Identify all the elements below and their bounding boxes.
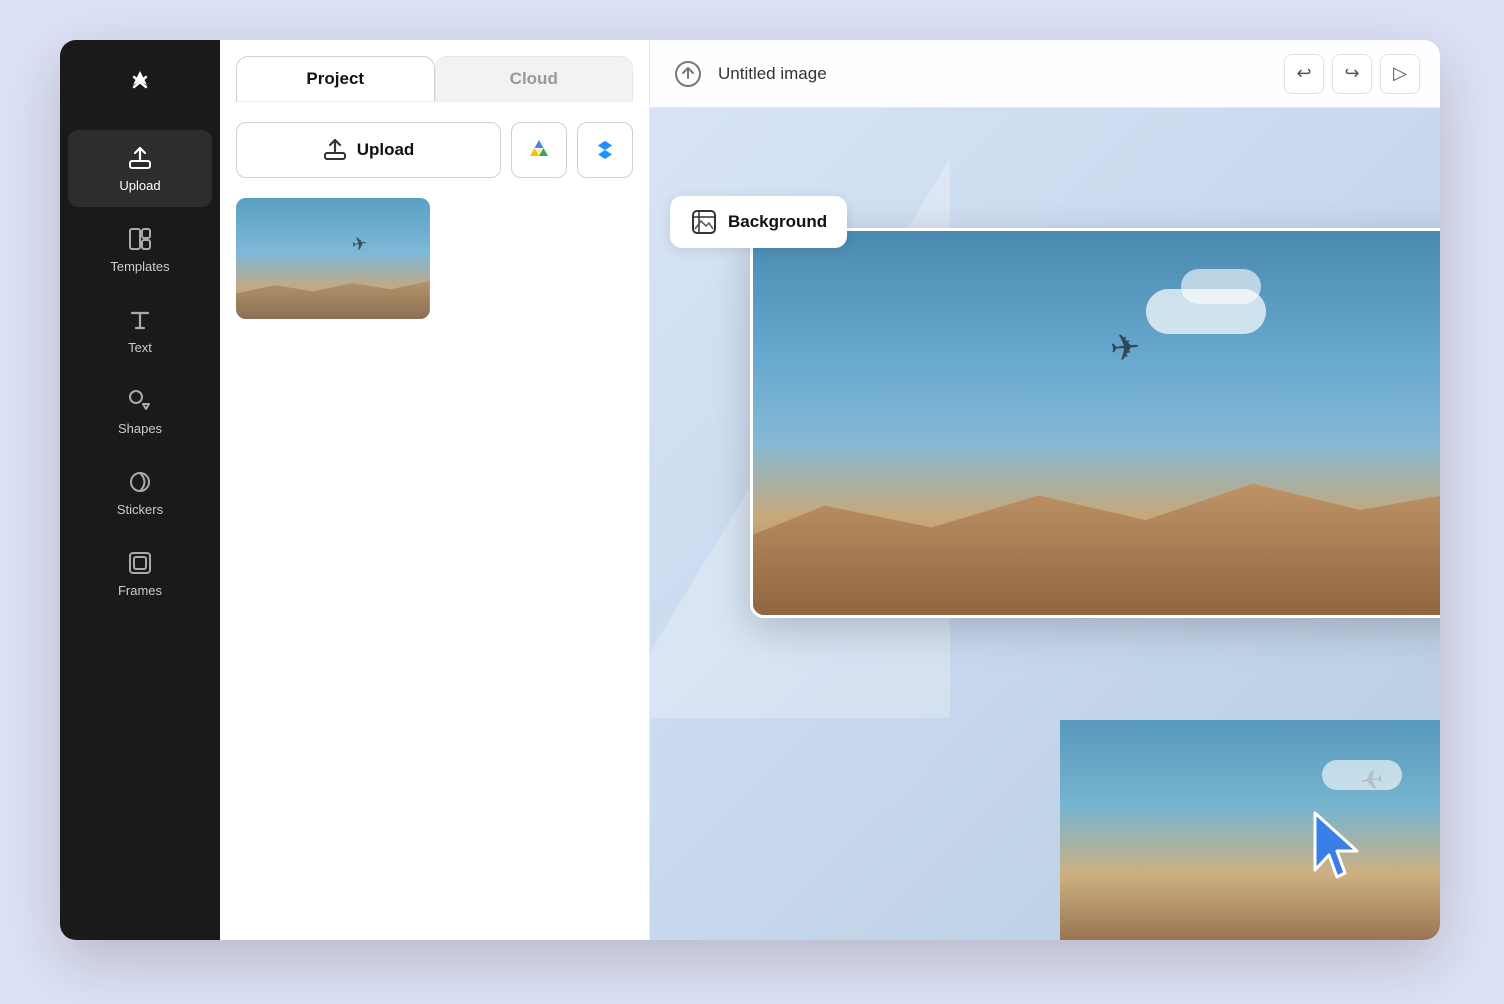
templates-icon xyxy=(126,225,154,253)
topbar-upload-icon xyxy=(670,56,706,92)
panel-tabs: Project Cloud xyxy=(220,40,649,101)
sidebar-item-text[interactable]: Text xyxy=(68,292,212,369)
upload-button[interactable]: Upload xyxy=(236,122,501,178)
canvas-area: Untitled image ↩ ↪ ▷ Bac xyxy=(650,40,1440,940)
sidebar-item-frames-label: Frames xyxy=(118,583,162,598)
background-badge-label: Background xyxy=(728,212,827,232)
sidebar-item-shapes-label: Shapes xyxy=(118,421,162,436)
text-icon xyxy=(126,306,154,334)
dropbox-button[interactable] xyxy=(577,122,633,178)
topbar: Untitled image ↩ ↪ ▷ xyxy=(650,40,1440,108)
shapes-icon xyxy=(126,387,154,415)
app-container: Upload Templates Text xyxy=(60,40,1440,940)
share-button[interactable]: ▷ xyxy=(1380,54,1420,94)
app-logo xyxy=(118,60,162,104)
google-drive-button[interactable] xyxy=(511,122,567,178)
undo-button[interactable]: ↩ xyxy=(1284,54,1324,94)
sidebar-item-upload-label: Upload xyxy=(119,178,160,193)
cursor-pointer xyxy=(1307,805,1375,885)
secondary-image-frame xyxy=(1060,720,1440,940)
media-grid xyxy=(236,198,633,319)
secondary-image-photo xyxy=(1060,720,1440,940)
sidebar-item-stickers[interactable]: Stickers xyxy=(68,454,212,531)
media-thumbnail[interactable] xyxy=(236,198,430,319)
panel: Project Cloud Upload xyxy=(220,40,650,940)
sidebar-item-text-label: Text xyxy=(128,340,152,355)
sidebar-item-shapes[interactable]: Shapes xyxy=(68,373,212,450)
tab-project[interactable]: Project xyxy=(236,56,435,101)
main-image-photo xyxy=(753,231,1440,615)
topbar-title: Untitled image xyxy=(718,64,1272,84)
sidebar-item-stickers-label: Stickers xyxy=(117,502,163,517)
main-image-frame[interactable] xyxy=(750,228,1440,618)
tab-cloud[interactable]: Cloud xyxy=(435,56,634,101)
sidebar-item-frames[interactable]: Frames xyxy=(68,535,212,612)
stickers-icon xyxy=(126,468,154,496)
upload-button-label: Upload xyxy=(357,140,415,160)
upload-button-icon xyxy=(323,138,347,162)
upload-buttons: Upload xyxy=(236,122,633,178)
topbar-actions: ↩ ↪ ▷ xyxy=(1284,54,1420,94)
background-badge[interactable]: Background xyxy=(670,196,847,248)
frames-icon xyxy=(126,549,154,577)
photo-preview xyxy=(236,198,430,319)
background-badge-icon xyxy=(690,208,718,236)
redo-button[interactable]: ↪ xyxy=(1332,54,1372,94)
upload-icon xyxy=(126,144,154,172)
sidebar-item-templates-label: Templates xyxy=(110,259,169,274)
panel-content: Upload xyxy=(220,102,649,940)
sidebar: Upload Templates Text xyxy=(60,40,220,940)
sidebar-item-upload[interactable]: Upload xyxy=(68,130,212,207)
canvas-background: Background xyxy=(650,108,1440,940)
sidebar-item-templates[interactable]: Templates xyxy=(68,211,212,288)
